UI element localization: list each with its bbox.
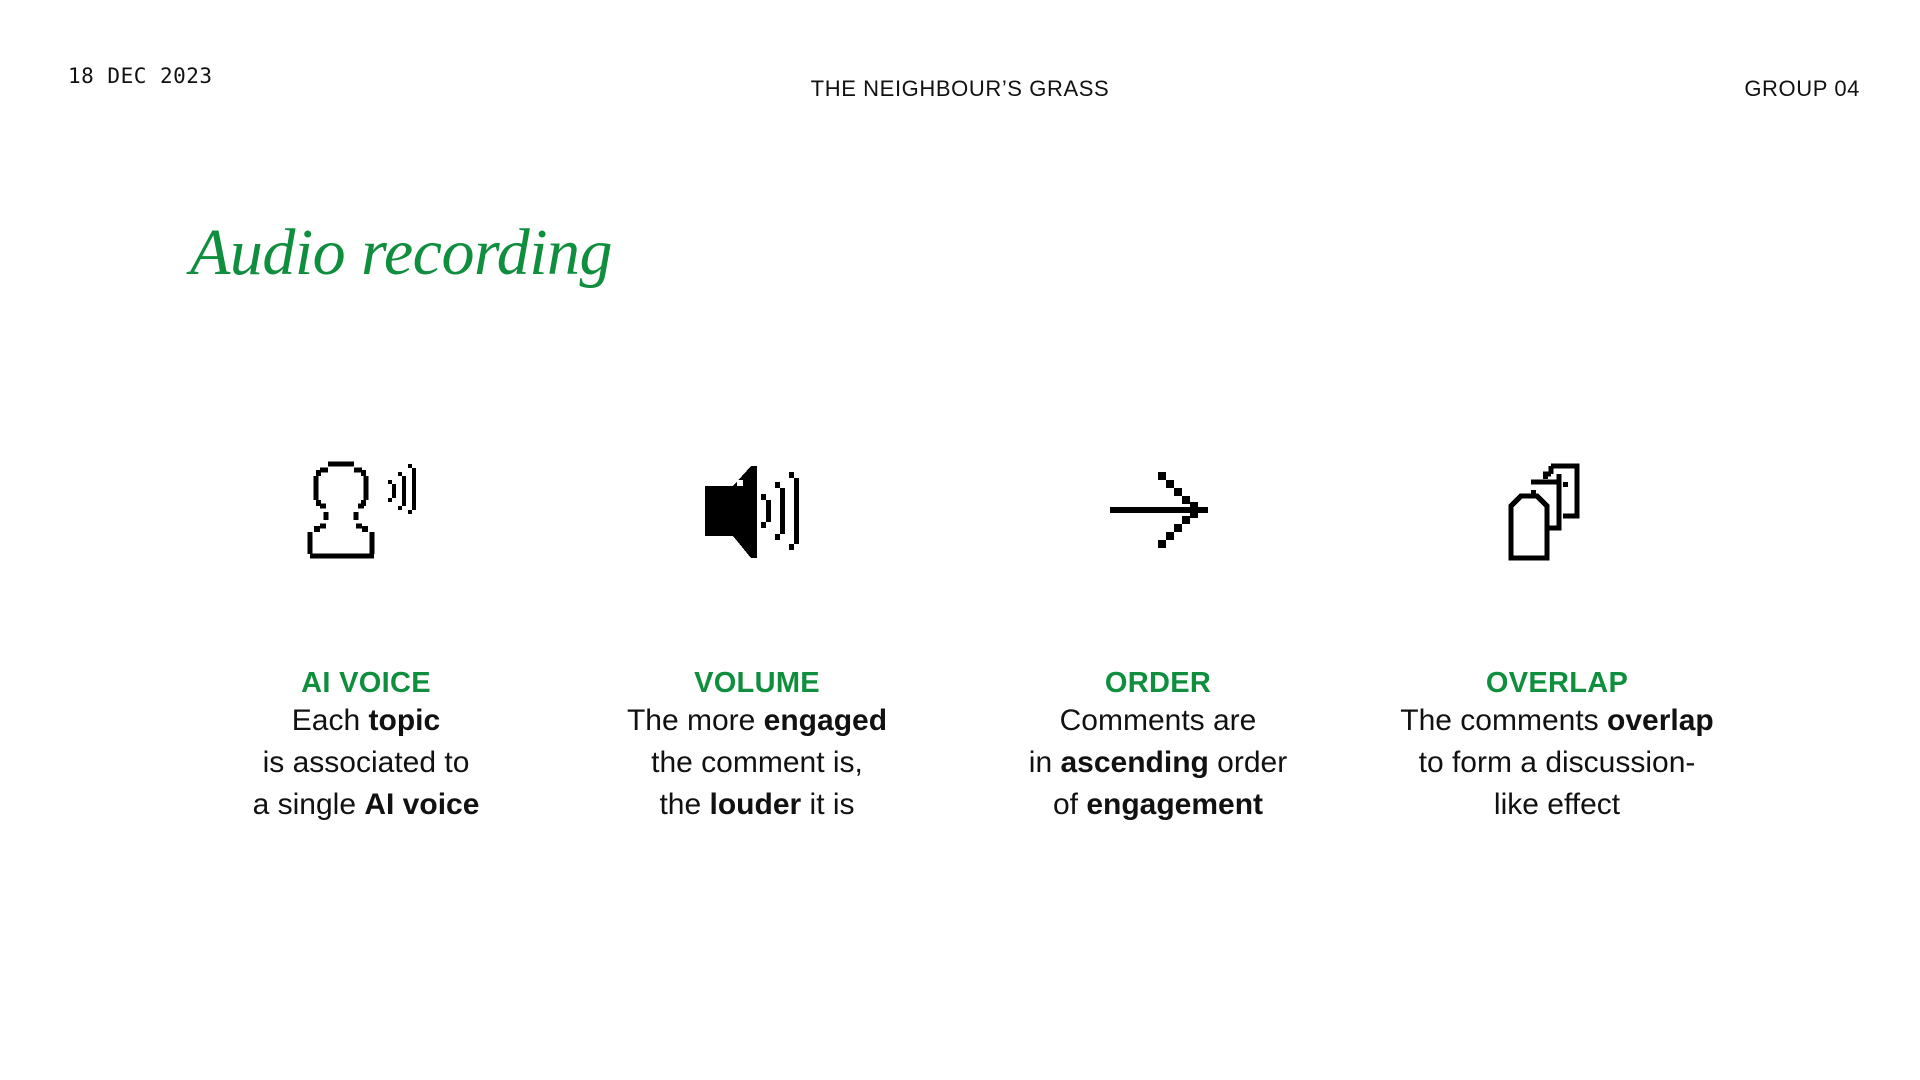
speaker-volume-icon <box>567 460 947 570</box>
feature-line-3: of engagement <box>1052 788 1264 821</box>
feature-heading: VOLUME <box>694 667 820 699</box>
feature-heading: ORDER <box>1104 667 1212 699</box>
feature-line-1: Each topic <box>291 704 441 737</box>
feature-line-2: in ascending order <box>1028 746 1288 779</box>
speaking-head-icon <box>176 460 556 570</box>
feature-line-3: a single AI voice <box>252 788 480 821</box>
feature-line-3: like effect <box>1493 788 1621 821</box>
feature-line-1: The comments overlap <box>1400 704 1714 737</box>
feature-overlap: OVERLAP The comments overlap to form a d… <box>1367 460 1747 826</box>
feature-order: ORDER Comments are in ascending order of… <box>968 460 1348 826</box>
slide-title: Audio recording <box>190 216 613 289</box>
feature-line-2: to form a discussion- <box>1418 746 1696 779</box>
feature-line-2: is associated to <box>262 746 470 779</box>
feature-line-2: the comment is, <box>651 746 863 779</box>
feature-heading: OVERLAP <box>1485 667 1629 699</box>
feature-line-1: The more engaged <box>626 704 888 737</box>
arrow-right-icon <box>968 460 1348 570</box>
feature-heading: AI VOICE <box>301 667 431 699</box>
feature-volume: VOLUME The more engaged the comment is, … <box>567 460 947 826</box>
header-project-title: THE NEIGHBOUR’S GRASS <box>810 76 1110 101</box>
feature-ai-voice: AI VOICE Each topic is associated to a s… <box>176 460 556 826</box>
header-group: GROUP 04 <box>1744 76 1860 101</box>
overlapping-pages-icon <box>1367 460 1747 570</box>
feature-line-3: the louder it is <box>659 788 855 821</box>
feature-line-1: Comments are <box>1059 704 1257 737</box>
